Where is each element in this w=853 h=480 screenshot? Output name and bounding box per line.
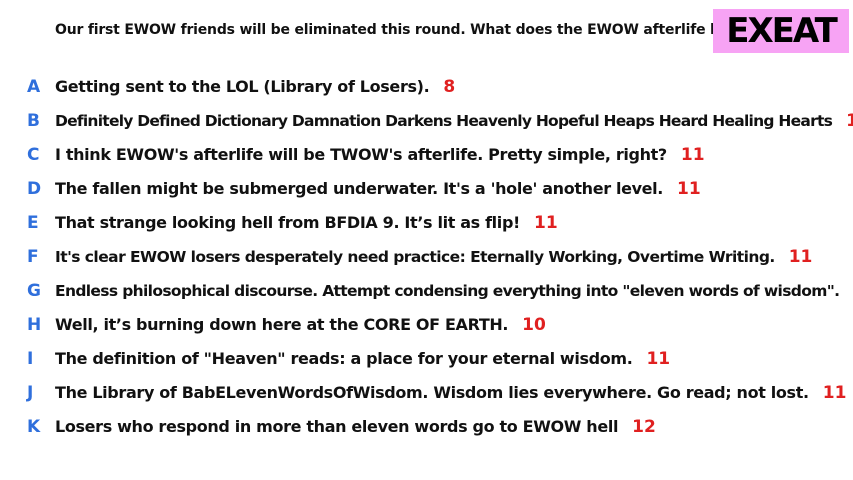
list-item: J The Library of BabELevenWordsOfWisdom.… <box>0 378 853 408</box>
status-badge: EXEAT <box>713 9 849 53</box>
word-count: 11 <box>788 247 813 267</box>
response-text: Well, it’s burning down here at the CORE… <box>55 315 509 334</box>
list-item: C I think EWOW's afterlife will be TWOW'… <box>0 140 853 170</box>
response-text: Losers who respond in more than eleven w… <box>55 417 619 436</box>
prompt-text: Our first EWOW friends will be eliminate… <box>55 22 783 38</box>
badge-label: EXEAT <box>726 11 838 51</box>
list-item: I The definition of "Heaven" reads: a pl… <box>0 344 853 374</box>
response-text: That strange looking hell from BFDIA 9. … <box>55 213 520 232</box>
response-text: Endless philosophical discourse. Attempt… <box>55 282 840 300</box>
response-letter: G <box>27 281 41 301</box>
list-item: E That strange looking hell from BFDIA 9… <box>0 208 853 238</box>
word-count: 11 <box>846 111 853 131</box>
word-count: 10 <box>522 315 546 335</box>
list-item: H Well, it’s burning down here at the CO… <box>0 310 853 340</box>
list-item: F It's clear EWOW losers desperately nee… <box>0 242 853 272</box>
response-text: I think EWOW's afterlife will be TWOW's … <box>55 145 667 164</box>
response-letter: D <box>27 179 42 199</box>
word-count: 11 <box>677 179 701 199</box>
response-letter: E <box>27 213 39 233</box>
word-count: 11 <box>680 145 705 165</box>
word-count: 8 <box>443 77 456 97</box>
response-text: It's clear EWOW losers desperately need … <box>55 248 775 266</box>
word-count: 11 <box>822 383 847 403</box>
response-text: Definitely Defined Dictionary Damnation … <box>55 112 833 130</box>
response-letter: A <box>27 77 41 97</box>
response-letter: K <box>27 417 41 437</box>
response-text: Getting sent to the LOL (Library of Lose… <box>55 77 430 96</box>
response-letter: C <box>27 145 40 165</box>
list-item: G Endless philosophical discourse. Attem… <box>0 276 853 306</box>
response-letter: F <box>27 247 39 267</box>
word-count: 11 <box>534 213 558 233</box>
response-letter: I <box>27 349 34 369</box>
list-item: D The fallen might be submerged underwat… <box>0 174 853 204</box>
response-letter: J <box>27 383 34 403</box>
list-item: A Getting sent to the LOL (Library of Lo… <box>0 72 853 102</box>
response-text: The definition of "Heaven" reads: a plac… <box>55 349 633 368</box>
response-text: The fallen might be submerged underwater… <box>55 179 664 198</box>
list-item: B Definitely Defined Dictionary Damnatio… <box>0 106 853 136</box>
list-item: K Losers who respond in more than eleven… <box>0 412 853 442</box>
response-text: The Library of BabELevenWordsOfWisdom. W… <box>55 383 809 402</box>
word-count: 12 <box>632 417 656 437</box>
response-letter: H <box>27 315 42 335</box>
response-letter: B <box>27 111 40 131</box>
word-count: 11 <box>646 349 671 369</box>
